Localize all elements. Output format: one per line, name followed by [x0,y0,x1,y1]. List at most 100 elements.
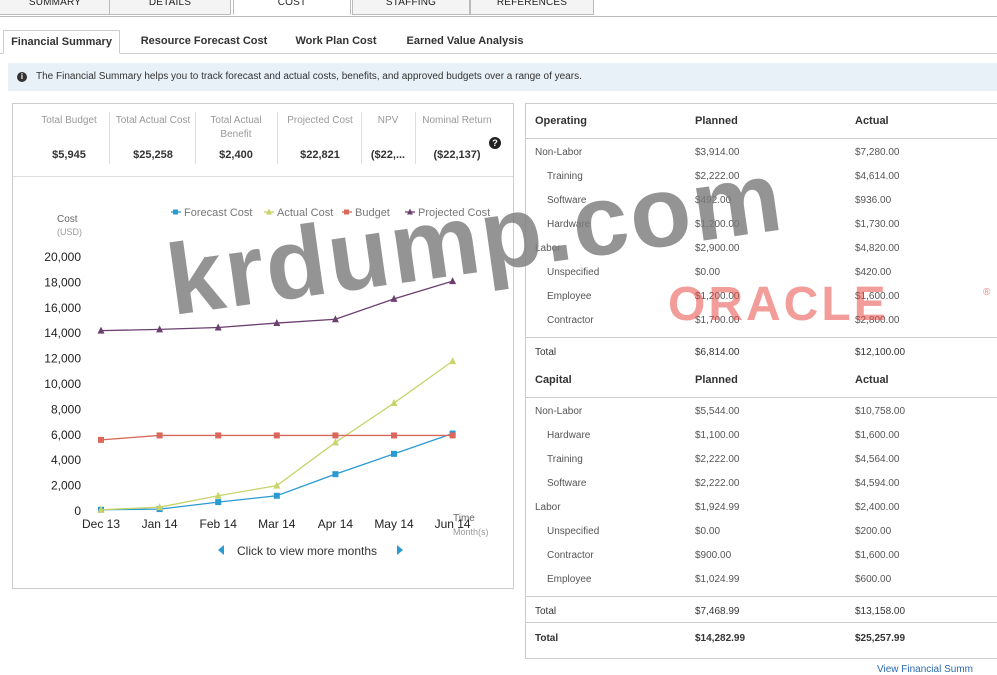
y-tick-label: 6,000 [51,428,81,442]
cost-row: Contractor $900.00 $1,600.00 [526,544,997,568]
cost-row-actual: $4,614.00 [855,171,900,182]
x-tick-label: May 14 [374,517,414,531]
grand-total-planned: $14,282.99 [695,633,746,644]
cost-row-label: Labor [535,502,561,513]
kpi-label: Total Actual Benefit [210,115,262,140]
cost-row: Software $2,222.00 $4,594.00 [526,472,997,496]
kpi-label: Projected Cost [287,115,353,126]
x-tick-label: Mar 14 [258,517,296,531]
tab-resource-forecast-cost[interactable]: Resource Forecast Cost [133,30,275,52]
cost-row-actual: $10,758.00 [855,406,906,417]
y-tick-label: 2,000 [51,479,81,493]
kpi-value: ($22,... [370,149,406,161]
kpi-nominal-return: Nominal Return ($22,137) [417,114,497,168]
operating-header: Operating [535,115,587,127]
kpi-divider [415,112,416,164]
cost-row: Hardware $1,100.00 $1,600.00 [526,424,997,448]
cost-row-planned: $5,544.00 [695,406,740,417]
data-point [98,436,104,443]
cost-row-planned: $900.00 [695,550,732,561]
y-axis-label: Cost [57,214,78,225]
cost-row-planned: $1,024.99 [695,574,740,585]
data-point [391,432,397,439]
y-tick-label: 8,000 [51,402,81,416]
cost-row: Labor $1,924.99 $2,400.00 [526,496,997,520]
y-tick-label: 18,000 [44,275,81,289]
data-point [156,432,163,439]
tab-earned-value-analysis[interactable]: Earned Value Analysis [398,30,532,52]
legend-marker [173,209,178,215]
view-financial-summary-link[interactable]: View Financial Summ [877,664,973,675]
cost-row-actual: $7,280.00 [855,147,900,158]
tab-summary[interactable]: SUMMARY [0,0,111,15]
cost-row-actual: $936.00 [855,195,892,206]
tab-details[interactable]: DETAILS [109,0,231,15]
cost-row-planned: $2,222.00 [695,454,740,465]
kpi-npv: NPV ($22,... [362,114,414,168]
info-banner: i The Financial Summary helps you to tra… [8,63,997,91]
cost-row-actual: $2,400.00 [855,502,900,513]
kpi-total-actual-benefit: Total Actual Benefit $2,400 [203,114,269,168]
sub-tab-bar: Financial Summary Resource Forecast Cost… [0,26,997,54]
cost-row-label: Contractor [547,550,594,561]
tab-staffing[interactable]: STAFFING [352,0,470,15]
data-point [215,432,222,439]
view-more-months-label: Click to view more months [237,544,377,558]
cost-row-label: Unspecified [547,526,600,537]
info-icon: i [17,72,27,82]
help-icon[interactable]: ? [489,137,501,149]
capital-header: Capital [535,374,572,386]
cost-row-actual: $1,730.00 [855,219,900,230]
kpi-divider [109,112,110,164]
cost-row-actual: $4,820.00 [855,243,900,254]
cost-row-actual: $200.00 [855,526,892,537]
cost-row-label: Non-Labor [535,147,583,158]
cost-row-planned: $0.00 [695,526,721,537]
data-point [331,438,339,446]
chevron-right-icon [397,545,403,555]
y-tick-label: 10,000 [44,377,81,391]
tab-cost[interactable]: COST [233,0,351,15]
oracle-watermark: ORACLE [668,278,889,331]
cost-row: Non-Labor $5,544.00 $10,758.00 [526,400,997,424]
kpi-label: Nominal Return [422,115,492,126]
tab-work-plan-cost[interactable]: Work Plan Cost [287,30,385,52]
data-point [273,481,281,489]
grand-total-actual: $25,257.99 [855,633,906,644]
kpi-label: Total Actual Cost [115,115,191,126]
data-point [390,399,398,407]
kpi-projected-cost: Projected Cost $22,821 [280,114,360,168]
capital-header-row: Capital Planned Actual [526,363,997,398]
x-tick-label: Apr 14 [318,517,354,531]
kpi-value: $2,400 [219,149,253,161]
kpi-summary: Total Budget $5,945 Total Actual Cost $2… [13,104,513,177]
tab-references[interactable]: REFERENCES [470,0,594,15]
y-tick-label: 14,000 [44,326,81,340]
cost-row-label: Employee [547,574,592,585]
info-text: The Financial Summary helps you to track… [36,71,582,82]
actual-header: Actual [855,374,889,386]
kpi-label: NPV [377,115,399,126]
cost-row-actual: $1,600.00 [855,550,900,561]
data-point [391,450,397,457]
y-tick-label: 12,000 [44,352,81,366]
y-tick-label: 4,000 [51,453,81,467]
grand-total-row: Total $14,282.99 $25,257.99 [526,622,997,655]
kpi-divider [277,112,278,164]
y-tick-label: 16,000 [44,301,81,315]
kpi-value: $5,945 [52,149,86,161]
planned-header: Planned [695,115,738,127]
tab-financial-summary[interactable]: Financial Summary [3,30,120,54]
cost-row: Training $2,222.00 $4,564.00 [526,448,997,472]
cost-row-planned: $2,222.00 [695,478,740,489]
y-tick-label: 0 [74,504,81,518]
oracle-registered-mark: ® [983,287,991,298]
cost-row-label: Training [547,454,583,465]
kpi-total-budget: Total Budget $5,945 [35,114,103,168]
cost-row-label: Contractor [547,315,594,326]
data-point [449,357,457,365]
cost-row: Unspecified $0.00 $200.00 [526,520,997,544]
kpi-label: Total Budget [41,115,97,126]
cost-row-label: Employee [547,291,592,302]
data-point [215,499,222,506]
